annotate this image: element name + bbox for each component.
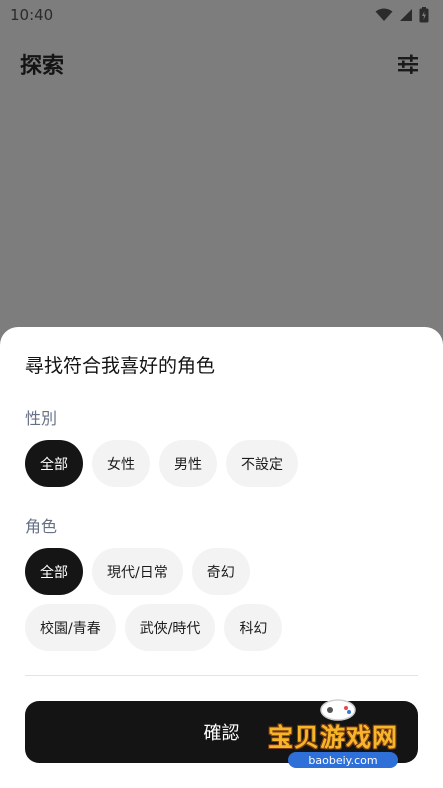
- status-time: 10:40: [10, 6, 54, 24]
- header: 探索: [0, 44, 443, 84]
- gender-chip-unset[interactable]: 不設定: [226, 440, 298, 487]
- watermark-logo: 宝贝游戏网 baobeiy.com: [266, 696, 416, 776]
- sheet-title: 尋找符合我喜好的角色: [25, 355, 216, 377]
- sliders-icon: [398, 54, 418, 74]
- gender-section-label: 性別: [25, 409, 58, 428]
- watermark-text: 宝贝游戏网: [268, 723, 399, 752]
- page-title: 探索: [20, 54, 65, 79]
- wifi-icon: [375, 8, 393, 21]
- gender-chip-female[interactable]: 女性: [92, 440, 150, 487]
- role-chip-all[interactable]: 全部: [25, 548, 83, 595]
- signal-icon: [400, 9, 412, 21]
- role-section-label: 角色: [25, 517, 58, 536]
- filter-button[interactable]: [395, 51, 421, 77]
- watermark-url: baobeiy.com: [288, 752, 398, 768]
- status-bar: 10:40: [0, 0, 443, 30]
- role-chip-modern[interactable]: 現代/日常: [92, 548, 183, 595]
- divider: [25, 675, 418, 676]
- battery-icon: [419, 7, 429, 23]
- status-icons: [375, 7, 429, 23]
- gender-chip-all[interactable]: 全部: [25, 440, 83, 487]
- gender-chip-row: 全部 女性 男性 不設定: [25, 440, 298, 487]
- role-chip-campus[interactable]: 校園/青春: [25, 604, 116, 651]
- screen: 10:40 探索 尋找符合我喜好的角色 性別 全部 女性 男性 不設定 角色 全…: [0, 0, 443, 788]
- role-chip-wuxia[interactable]: 武俠/時代: [124, 604, 216, 651]
- gender-chip-male[interactable]: 男性: [159, 440, 217, 487]
- role-chip-row-2: 校園/青春 武俠/時代 科幻: [25, 604, 283, 651]
- role-chip-scifi[interactable]: 科幻: [224, 604, 283, 651]
- role-chip-row-1: 全部 現代/日常 奇幻: [25, 548, 250, 595]
- role-chip-fantasy[interactable]: 奇幻: [191, 548, 250, 595]
